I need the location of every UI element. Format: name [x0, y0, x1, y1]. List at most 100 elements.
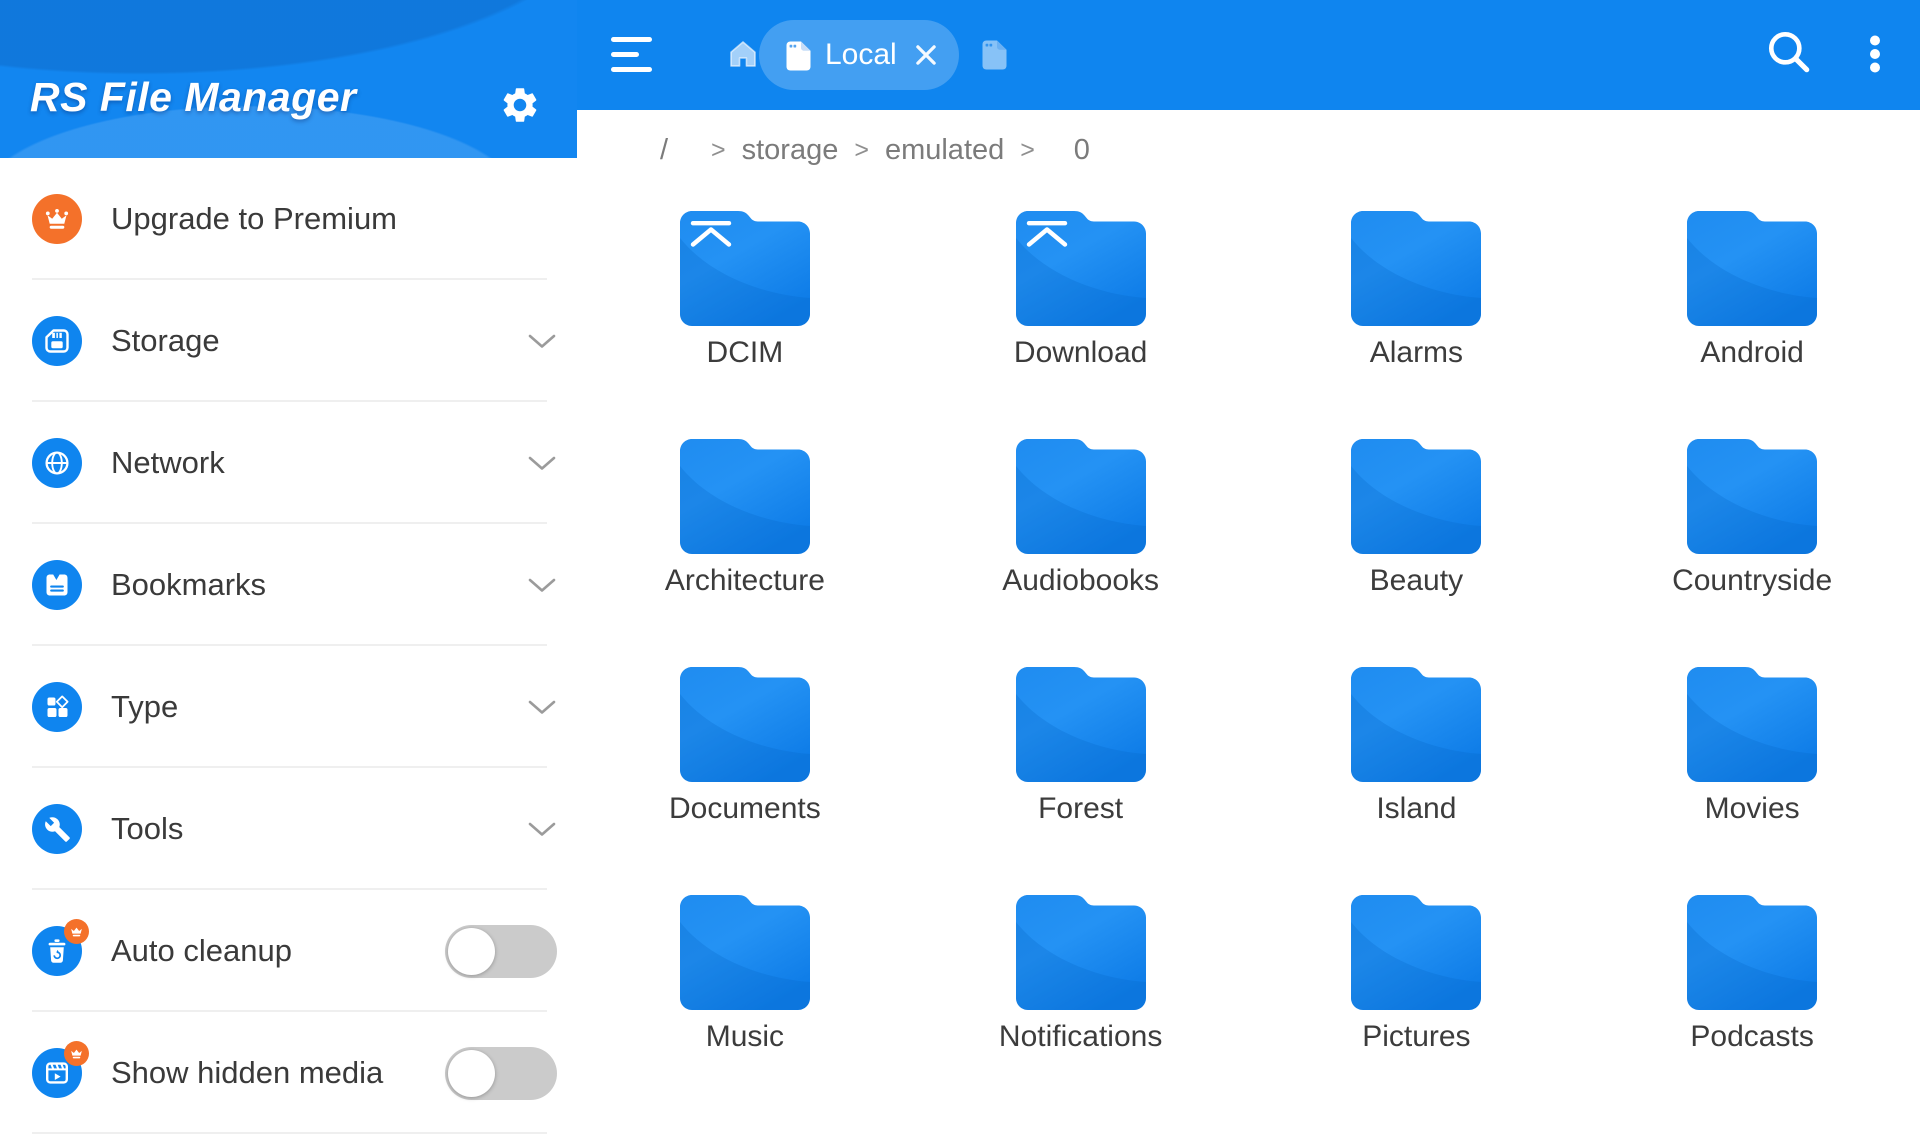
tab-local[interactable]: Local [759, 20, 959, 90]
folder-icon [1016, 895, 1146, 1010]
folder-icon [1687, 439, 1817, 554]
folder-name: Beauty [1370, 564, 1463, 598]
folder-name: Forest [1038, 792, 1123, 826]
folder-item[interactable]: Audiobooks [913, 439, 1249, 667]
folder-name: Architecture [665, 564, 825, 598]
breadcrumb-storage[interactable]: storage [730, 134, 851, 167]
hamburger-menu-icon[interactable] [611, 37, 653, 73]
premium-badge-crown-icon [64, 1041, 89, 1066]
sidebar-item-label: Auto cleanup [111, 933, 292, 969]
crown-icon [32, 194, 82, 244]
app-title: RS File Manager [30, 74, 356, 121]
folder-name: Android [1700, 336, 1803, 370]
sidebar-item-label: Type [111, 689, 178, 725]
bookmark-icon [32, 560, 82, 610]
premium-badge-crown-icon [64, 919, 89, 944]
pinned-up-icon [690, 220, 732, 247]
sidebar-header: RS File Manager [0, 0, 577, 158]
folder-name: Documents [669, 792, 821, 826]
sidebar-item-label: Show hidden media [111, 1055, 383, 1091]
breadcrumb: / > storage > emulated > 0 [577, 110, 1920, 190]
folder-icon [1351, 211, 1481, 326]
breadcrumb-separator: > [850, 136, 873, 165]
sidebar-item-storage[interactable]: Storage [0, 280, 577, 402]
sidebar-item-show-hidden-media[interactable]: Show hidden media [0, 1012, 577, 1134]
breadcrumb-root[interactable]: / [621, 134, 707, 167]
breadcrumb-0[interactable]: 0 [1039, 134, 1125, 167]
folder-name: Podcasts [1690, 1020, 1813, 1054]
file-tab-icon [785, 40, 812, 71]
folder-name: Island [1376, 792, 1456, 826]
sidebar-item-premium[interactable]: Upgrade to Premium [0, 158, 577, 280]
folder-name: Music [706, 1020, 784, 1054]
top-bar: Local [577, 0, 1920, 110]
chevron-down-icon[interactable] [527, 333, 557, 350]
folder-icon [1687, 667, 1817, 782]
folder-name: Download [1014, 336, 1147, 370]
folder-item[interactable]: Music [577, 895, 913, 1123]
sidebar-item-label: Storage [111, 323, 220, 359]
tab-inactive-file-icon[interactable] [981, 39, 1008, 70]
sd-card-icon [32, 316, 82, 366]
auto-cleanup-toggle[interactable] [445, 925, 557, 978]
folder-item[interactable]: Beauty [1249, 439, 1585, 667]
folder-name: Audiobooks [1002, 564, 1159, 598]
folder-icon [1351, 667, 1481, 782]
chevron-down-icon[interactable] [527, 699, 557, 716]
chevron-down-icon[interactable] [527, 821, 557, 838]
folder-item[interactable]: Movies [1584, 667, 1920, 895]
folder-icon [1687, 895, 1817, 1010]
tab-label: Local [825, 38, 897, 72]
breadcrumb-separator: > [1016, 136, 1039, 165]
sidebar-item-network[interactable]: Network [0, 402, 577, 524]
gear-icon[interactable] [499, 84, 541, 126]
chevron-down-icon[interactable] [527, 577, 557, 594]
cleanup-trash-icon [32, 926, 82, 976]
search-icon[interactable] [1765, 28, 1813, 76]
home-icon[interactable] [727, 38, 759, 70]
folder-name: Alarms [1370, 336, 1463, 370]
folder-name: Movies [1705, 792, 1800, 826]
folder-icon [1016, 667, 1146, 782]
folder-icon [680, 439, 810, 554]
hidden-media-icon [32, 1048, 82, 1098]
folder-item[interactable]: Island [1249, 667, 1585, 895]
folder-item[interactable]: Forest [913, 667, 1249, 895]
more-options-icon[interactable] [1862, 35, 1888, 75]
folder-item[interactable]: DCIM [577, 211, 913, 439]
folder-item[interactable]: Download [913, 211, 1249, 439]
breadcrumb-emulated[interactable]: emulated [873, 134, 1016, 167]
folder-icon [680, 895, 810, 1010]
chevron-down-icon[interactable] [527, 455, 557, 472]
folder-item[interactable]: Architecture [577, 439, 913, 667]
show-hidden-media-toggle[interactable] [445, 1047, 557, 1100]
folder-icon [680, 667, 810, 782]
folder-item[interactable]: Documents [577, 667, 913, 895]
folder-icon [1687, 211, 1817, 326]
sidebar-item-label: Tools [111, 811, 183, 847]
folder-name: Notifications [999, 1020, 1162, 1054]
close-icon[interactable] [913, 42, 939, 68]
folder-name: DCIM [707, 336, 784, 370]
folder-icon [1351, 439, 1481, 554]
folder-icon [680, 211, 810, 326]
folder-icon [1016, 439, 1146, 554]
wrench-icon [32, 804, 82, 854]
folder-name: Countryside [1672, 564, 1832, 598]
folder-item[interactable]: Podcasts [1584, 895, 1920, 1123]
folder-item[interactable]: Countryside [1584, 439, 1920, 667]
sidebar-item-type[interactable]: Type [0, 646, 577, 768]
breadcrumb-separator: > [707, 136, 730, 165]
globe-icon [32, 438, 82, 488]
sidebar-item-auto-cleanup[interactable]: Auto cleanup [0, 890, 577, 1012]
folder-item[interactable]: Pictures [1249, 895, 1585, 1123]
folder-item[interactable]: Android [1584, 211, 1920, 439]
sidebar: RS File Manager Upgrade to Premium [0, 0, 577, 1080]
sidebar-item-tools[interactable]: Tools [0, 768, 577, 890]
pinned-up-icon [1026, 220, 1068, 247]
shapes-icon [32, 682, 82, 732]
folder-item[interactable]: Alarms [1249, 211, 1585, 439]
folder-item[interactable]: Notifications [913, 895, 1249, 1123]
sidebar-item-label: Upgrade to Premium [111, 201, 397, 237]
sidebar-item-bookmarks[interactable]: Bookmarks [0, 524, 577, 646]
